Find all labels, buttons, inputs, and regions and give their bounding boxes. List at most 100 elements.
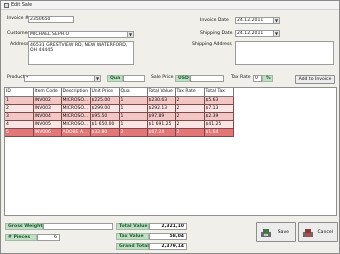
cell-id: 1 <box>5 96 34 105</box>
tax-unit-label: % <box>262 75 273 82</box>
cell-description: MICROSO... <box>61 120 91 129</box>
cell-total-value: $67.24 <box>147 128 176 137</box>
cell-unit-price: $225.00 <box>90 96 120 105</box>
grand-total-label: Grand Total <box>116 243 149 250</box>
address-field[interactable]: 46531 GRESTVIEW RD, NEW WATERFORD, OH 44… <box>28 41 134 65</box>
product-label: Product <box>7 75 25 80</box>
shipping-address-field[interactable] <box>235 41 334 65</box>
cell-qua: 1 <box>119 96 148 105</box>
total-value-label: Total Value <box>116 223 149 230</box>
tax-value: 58,04 <box>169 234 184 239</box>
cell-description: ADOBE A... <box>61 128 91 137</box>
column-header-unit-price[interactable]: Unit Price <box>90 88 120 97</box>
table-row[interactable]: 1 INV002 MICROSO... $225.00 1 $230.63 2 … <box>5 96 234 105</box>
cancel-button[interactable]: Cancel <box>298 222 338 242</box>
gross-weight-field[interactable] <box>43 223 113 230</box>
cell-total-tax: $2.39 <box>204 112 234 121</box>
sale-price-label: Sale Price <box>151 75 174 80</box>
cell-item-code: INV006 <box>33 128 62 137</box>
column-header-item-code[interactable]: Item Code <box>33 88 62 97</box>
customer-select[interactable]: MICHAEL SEPH.O ▼ <box>28 31 134 38</box>
shipping-date-value: 24.12.2011 <box>237 31 264 36</box>
save-icon <box>261 229 271 237</box>
cell-total-tax: $41.25 <box>204 120 234 129</box>
pieces-label: # Pieces <box>5 234 37 241</box>
table-row-selected[interactable]: 5 INV006 ADOBE A... $32.80 2 $67.24 2 $1… <box>5 128 234 137</box>
grand-total: 2,379,14 <box>161 244 184 249</box>
cell-unit-price: $32.80 <box>90 128 120 137</box>
table-row[interactable]: 3 INV004 MICROSO... $95.50 1 $97.89 2 $2… <box>5 112 234 121</box>
column-header-tax-rate[interactable]: Tax Rate <box>175 88 205 97</box>
invoice-date-label: Invoice Date <box>200 18 229 23</box>
cell-total-value: $292.13 <box>147 104 176 113</box>
cell-total-tax: $7.13 <box>204 104 234 113</box>
cell-description: MICROSO... <box>61 112 91 121</box>
invoice-date-picker[interactable]: 24.12.2011 ▼ <box>235 17 280 24</box>
column-header-total-tax[interactable]: Total Tax <box>204 88 234 97</box>
window-title: Edit Sale <box>11 3 33 8</box>
shipping-date-label: Shipping Date <box>200 31 233 36</box>
invoice-number-field[interactable]: 2350650 <box>28 16 74 23</box>
cell-item-code: INV002 <box>33 96 62 105</box>
chevron-down-icon[interactable]: ▼ <box>127 32 133 37</box>
save-button-label: Save <box>277 230 289 235</box>
product-select[interactable]: * ▼ <box>24 75 101 82</box>
add-to-invoice-button[interactable]: Add to Invoice <box>295 75 335 84</box>
window-icon <box>4 3 9 8</box>
address-value: 46531 GRESTVIEW RD, NEW WATERFORD, OH 44… <box>30 43 128 53</box>
currency-label: USD <box>175 75 190 82</box>
cell-item-code: INV005 <box>33 120 62 129</box>
cell-tax-rate: 2 <box>175 112 205 121</box>
address-label: Address <box>10 42 29 47</box>
cell-tax-rate: 2 <box>175 104 205 113</box>
column-header-id[interactable]: ID <box>5 88 34 97</box>
cell-unit-price: $95.50 <box>90 112 120 121</box>
column-header-qua[interactable]: Qua <box>119 88 148 97</box>
table-row[interactable]: 4 INV005 MICROSO... $1 650.00 1 $1 691.2… <box>5 120 234 129</box>
customer-value: MICHAEL SEPH.O <box>30 32 70 37</box>
cell-unit-price: $299.00 <box>90 104 120 113</box>
invoice-label: Invoice # <box>7 16 29 21</box>
items-table: ID Item Code Description Unit Price Qua … <box>5 88 234 137</box>
title-bar: Edit Sale <box>1 1 339 10</box>
cell-qua: 2 <box>119 128 148 137</box>
customer-label: Customer <box>7 31 30 36</box>
cell-unit-price: $1 650.00 <box>90 120 120 129</box>
invoice-items-table[interactable]: ID Item Code Description Unit Price Qua … <box>4 87 337 216</box>
pieces-field: 6 <box>37 234 60 241</box>
cancel-button-label: Cancel <box>317 230 333 235</box>
cell-item-code: INV004 <box>33 112 62 121</box>
tax-value-field: 58,04 <box>149 233 187 240</box>
cell-qua: 1 <box>119 120 148 129</box>
cancel-icon <box>303 229 313 238</box>
cell-id: 2 <box>5 104 34 113</box>
column-header-description[interactable]: Description <box>61 88 91 97</box>
total-value-field: 2,321,10 <box>149 223 187 230</box>
table-header-row: ID Item Code Description Unit Price Qua … <box>5 88 234 97</box>
quantity-field[interactable] <box>123 75 145 82</box>
cell-qua: 1 <box>119 112 148 121</box>
shipping-date-picker[interactable]: 24.12.2011 ▼ <box>235 30 280 37</box>
qua-label: Qua <box>107 75 123 82</box>
chevron-down-icon[interactable]: ▼ <box>94 76 100 81</box>
cell-description: MICROSO... <box>61 96 91 105</box>
chevron-down-icon[interactable]: ▼ <box>273 31 279 36</box>
total-value: 2,321,10 <box>161 224 184 229</box>
invoice-date-value: 24.12.2011 <box>237 18 264 23</box>
cell-total-value: $230.63 <box>147 96 176 105</box>
save-button[interactable]: Save <box>256 222 296 242</box>
cell-tax-rate: 2 <box>175 120 205 129</box>
gross-weight-label: Gross Weight <box>5 223 43 230</box>
pieces-value: 6 <box>54 235 57 240</box>
cell-tax-rate: 2 <box>175 128 205 137</box>
column-header-total-value[interactable]: Total Value <box>147 88 176 97</box>
cell-id: 3 <box>5 112 34 121</box>
cell-total-value: $1 691.25 <box>147 120 176 129</box>
cell-id: 5 <box>5 128 34 137</box>
chevron-down-icon[interactable]: ▼ <box>273 18 279 23</box>
tax-rate-field[interactable]: 0 <box>253 75 262 82</box>
cell-item-code: INV003 <box>33 104 62 113</box>
product-value: * <box>26 76 29 81</box>
table-row[interactable]: 2 INV003 MICROSO... $299.00 1 $292.13 2 … <box>5 104 234 113</box>
sale-price-field[interactable] <box>190 75 224 82</box>
